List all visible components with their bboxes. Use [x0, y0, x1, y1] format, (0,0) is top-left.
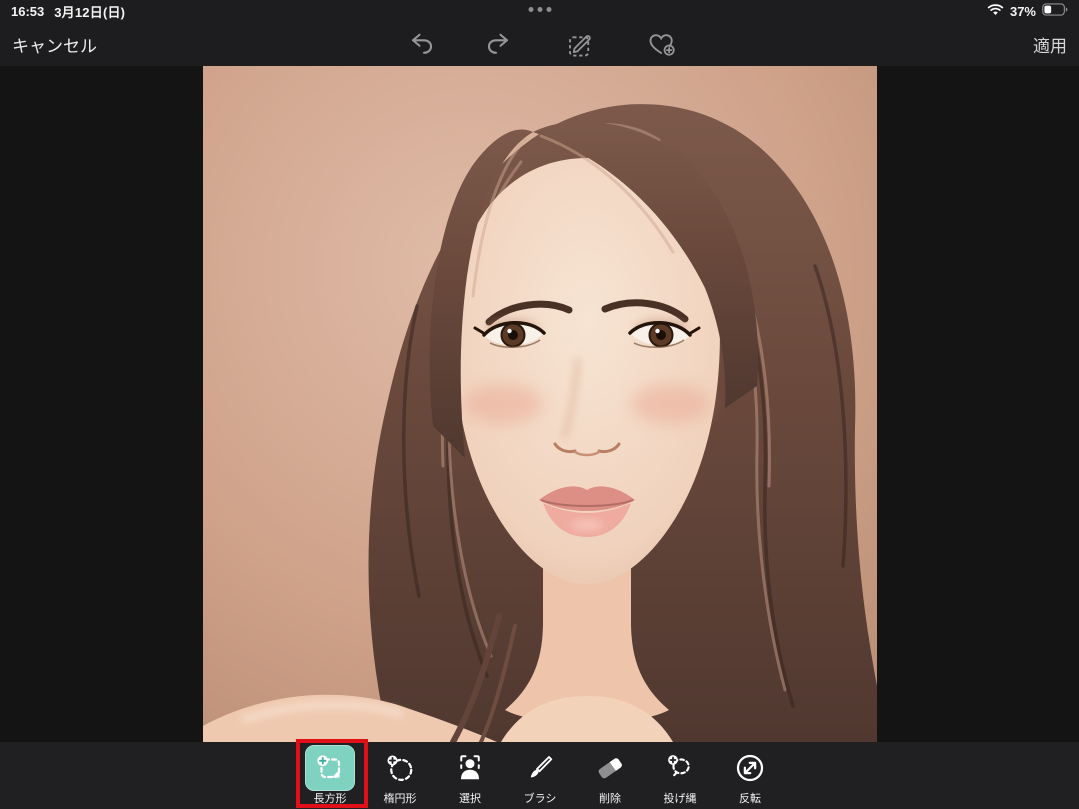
- tool-ellipse-label: 楕円形: [384, 793, 417, 806]
- undo-icon[interactable]: [405, 29, 435, 59]
- heart-add-icon[interactable]: [645, 29, 675, 59]
- tool-lasso-tile: [655, 745, 705, 791]
- apply-button[interactable]: 適用: [1033, 32, 1067, 57]
- tool-erase-tile: [585, 745, 635, 791]
- top-bar: 16:53 3月12日(日) 37% キャンセル: [0, 0, 1079, 66]
- battery-icon: [1042, 3, 1068, 19]
- tool-invert-tile: [725, 745, 775, 791]
- redo-icon[interactable]: [485, 29, 515, 59]
- tool-rectangle-label: 長方形: [314, 793, 347, 806]
- tool-lasso[interactable]: 投げ縄: [645, 742, 715, 809]
- portrait-image[interactable]: [203, 66, 877, 742]
- tool-rectangle-tile: [305, 745, 355, 791]
- tool-brush[interactable]: ブラシ: [505, 742, 575, 809]
- edit-pencil-square-icon[interactable]: [565, 29, 595, 59]
- editor-nav-bar: キャンセル: [0, 22, 1079, 66]
- tool-subject-select-tile: [445, 745, 495, 791]
- selection-tools-bar: 長方形 楕円形: [0, 742, 1079, 809]
- tool-invert-label: 反転: [739, 793, 761, 806]
- cancel-button[interactable]: キャンセル: [12, 32, 97, 57]
- tool-erase-label: 削除: [599, 793, 621, 806]
- tool-subject-select-label: 選択: [459, 793, 481, 806]
- tool-lasso-label: 投げ縄: [664, 793, 697, 806]
- tool-erase[interactable]: 削除: [575, 742, 645, 809]
- lasso-icon: [665, 753, 695, 783]
- editor-canvas-area: [0, 66, 1079, 742]
- status-time: 16:53: [11, 4, 44, 19]
- ellipse-marquee-icon: [385, 753, 415, 783]
- brush-icon: [525, 753, 555, 783]
- battery-percent: 37%: [1010, 4, 1036, 19]
- eraser-icon: [595, 753, 625, 783]
- tool-ellipse-tile: [375, 745, 425, 791]
- tool-ellipse[interactable]: 楕円形: [365, 742, 435, 809]
- status-date: 3月12日(日): [54, 2, 125, 21]
- multitask-dots-icon: [528, 7, 551, 12]
- rectangle-marquee-icon: [315, 753, 345, 783]
- subject-select-icon: [455, 753, 485, 783]
- tool-brush-tile: [515, 745, 565, 791]
- invert-selection-icon: [735, 753, 765, 783]
- tool-rectangle[interactable]: 長方形: [295, 742, 365, 809]
- wifi-icon: [987, 4, 1004, 19]
- tool-invert[interactable]: 反転: [715, 742, 785, 809]
- tool-subject-select[interactable]: 選択: [435, 742, 505, 809]
- status-bar: 16:53 3月12日(日) 37%: [0, 0, 1079, 22]
- tool-brush-label: ブラシ: [524, 793, 557, 806]
